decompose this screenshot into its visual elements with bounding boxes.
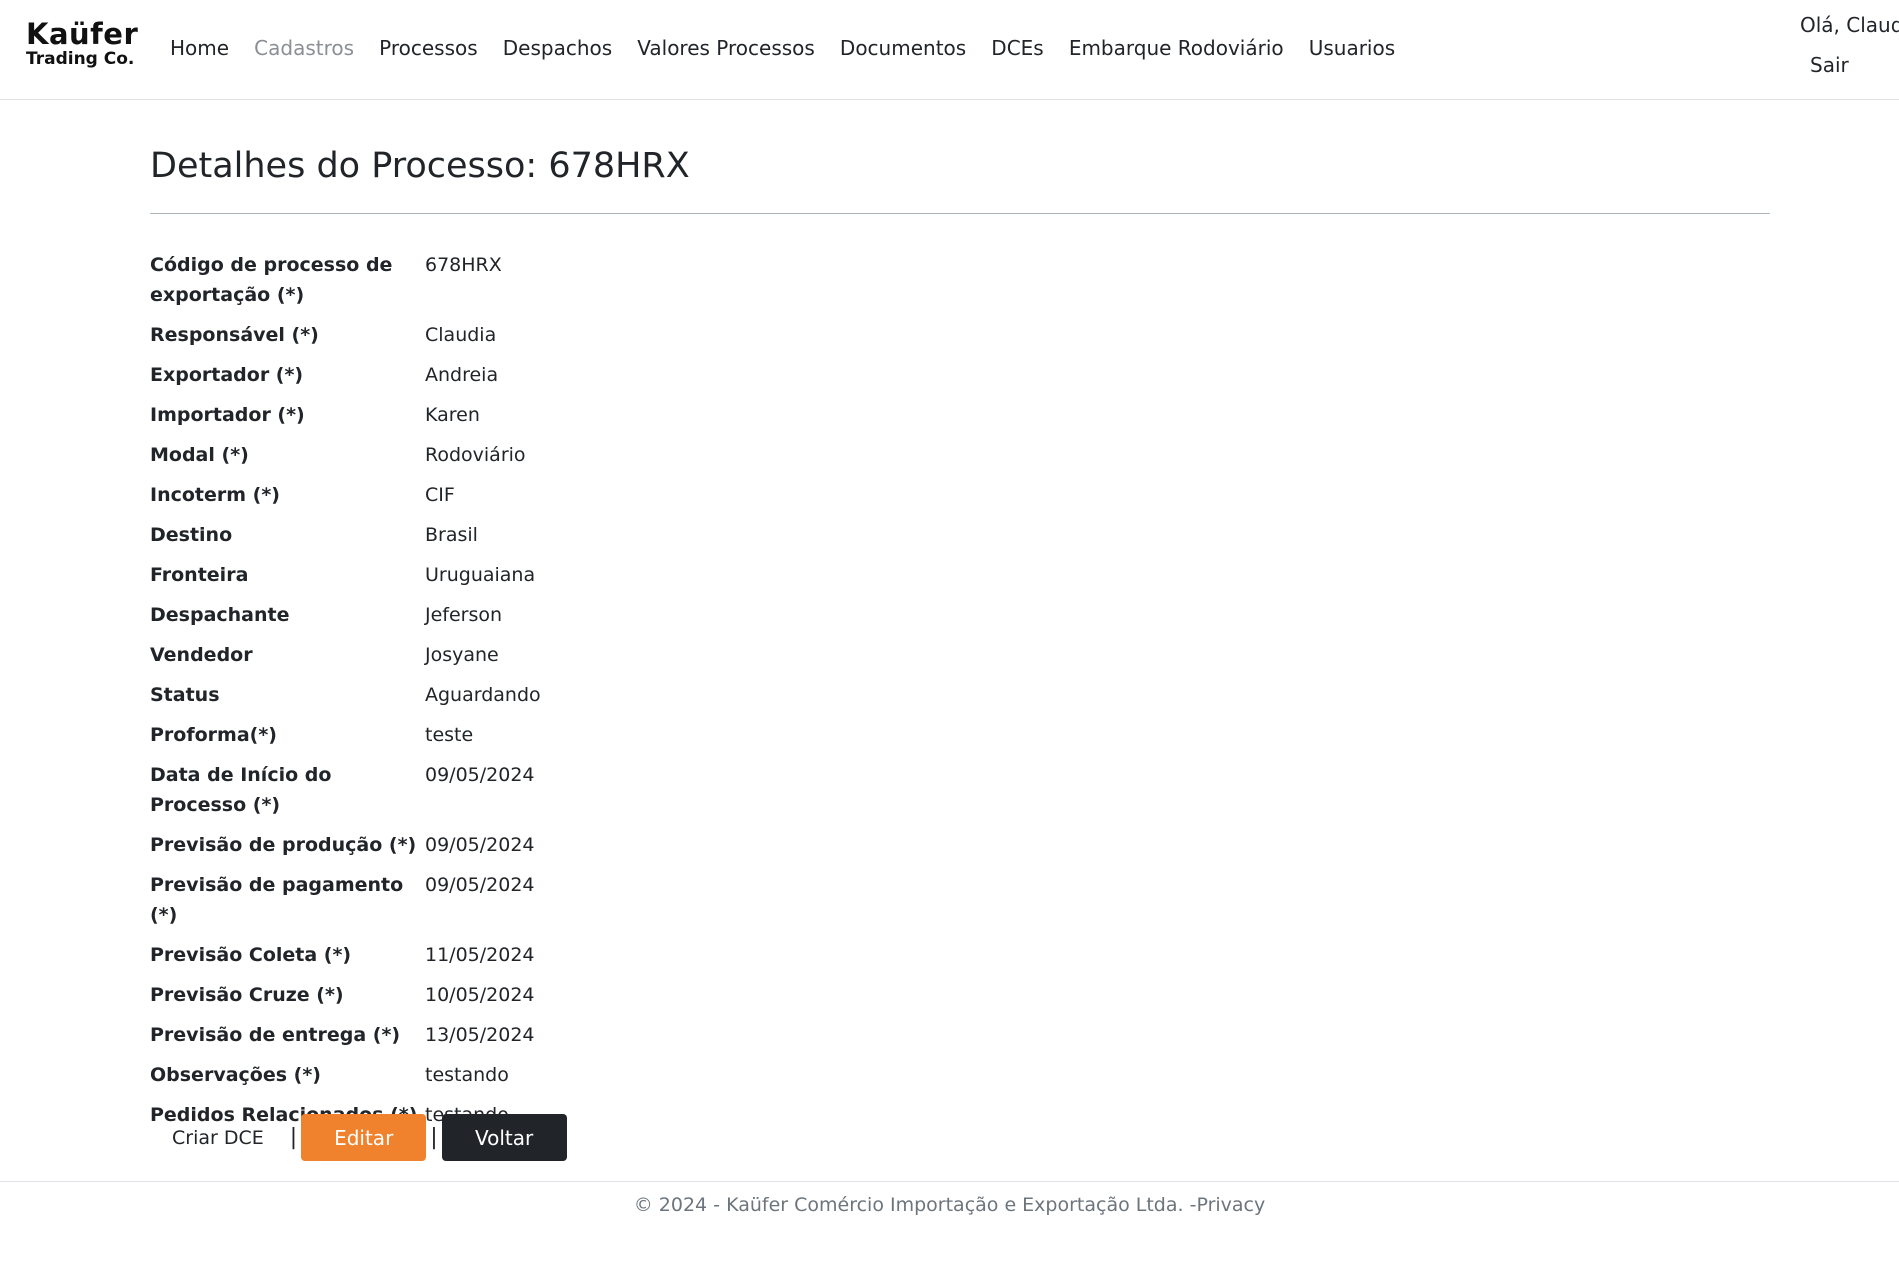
detail-label: Importador (*) [150, 404, 305, 426]
detail-row: Previsão Cruze (*) 10/05/2024 [150, 980, 950, 1010]
nav-home[interactable]: Home [170, 36, 229, 60]
detail-row: Responsável (*) Claudia [150, 320, 950, 350]
detail-label: Previsão de produção (*) [150, 834, 417, 856]
detail-value: 678HRX [425, 254, 502, 276]
detail-label: Modal (*) [150, 444, 249, 466]
detail-label: Previsão Cruze (*) [150, 984, 344, 1006]
process-details-list: Código de processo de exportação (*) 678H… [150, 250, 950, 1140]
brand-name: Kaüfer [26, 17, 139, 51]
nav-processos[interactable]: Processos [379, 36, 478, 60]
detail-row: Observações (*) testando [150, 1060, 950, 1090]
detail-label: Código de processo de exportação (*) [150, 254, 393, 306]
detail-value: teste [425, 724, 474, 746]
detail-value: Claudia [425, 324, 497, 346]
separator: | [430, 1125, 438, 1150]
detail-label: Previsão Coleta (*) [150, 944, 352, 966]
page-header: Detalhes do Processo: 678HRX [150, 145, 1770, 222]
detail-row: Previsão Coleta (*) 11/05/2024 [150, 940, 950, 970]
brand-subtitle: Trading Co. [26, 49, 135, 69]
nav-documentos[interactable]: Documentos [840, 36, 966, 60]
detail-value: Uruguaiana [425, 564, 536, 586]
detail-row: Destino Brasil [150, 520, 950, 550]
detail-row: Fronteira Uruguaiana [150, 560, 950, 590]
detail-value: CIF [425, 484, 455, 506]
detail-label: Vendedor [150, 644, 253, 666]
action-bar: Criar DCE | Editar | Voltar [150, 1114, 567, 1161]
separator: | [289, 1125, 298, 1150]
create-dce-link[interactable]: Criar DCE [150, 1127, 286, 1149]
footer-text-line: © 2024 - Kaüfer Comércio Importação e Ex… [0, 1194, 1899, 1216]
detail-label: Proforma(*) [150, 724, 277, 746]
detail-value: 11/05/2024 [425, 944, 535, 966]
detail-value: Josyane [425, 644, 499, 666]
detail-row: Despachante Jeferson [150, 600, 950, 630]
detail-value: 10/05/2024 [425, 984, 535, 1006]
detail-row: Incoterm (*) CIF [150, 480, 950, 510]
user-greeting[interactable]: Olá, Claudia [1800, 13, 1899, 37]
nav-usuarios[interactable]: Usuarios [1309, 36, 1395, 60]
edit-button[interactable]: Editar [301, 1114, 427, 1161]
detail-row: Vendedor Josyane [150, 640, 950, 670]
nav-embarque-rodoviario[interactable]: Embarque Rodoviário [1069, 36, 1284, 60]
detail-label: Incoterm (*) [150, 484, 280, 506]
detail-value: Brasil [425, 524, 478, 546]
detail-row: Proforma(*) teste [150, 720, 950, 750]
detail-label: Responsável (*) [150, 324, 319, 346]
title-divider [150, 213, 1770, 214]
detail-row: Status Aguardando [150, 680, 950, 710]
detail-label: Despachante [150, 604, 290, 626]
detail-label: Status [150, 684, 220, 706]
detail-value: 09/05/2024 [425, 834, 535, 856]
detail-label: Observações (*) [150, 1064, 321, 1086]
nav-cadastros[interactable]: Cadastros [254, 36, 354, 60]
nav-despachos[interactable]: Despachos [503, 36, 612, 60]
detail-row: Importador (*) Karen [150, 400, 950, 430]
detail-value: Andreia [425, 364, 499, 386]
detail-row: Modal (*) Rodoviário [150, 440, 950, 470]
brand-logo[interactable]: Kaüfer Trading Co. [26, 20, 138, 68]
footer-copyright: © 2024 - Kaüfer Comércio Importação e Ex… [633, 1194, 1197, 1216]
detail-row: Previsão de entrega (*) 13/05/2024 [150, 1020, 950, 1050]
top-navbar: Kaüfer Trading Co. Home Cadastros Proces… [0, 0, 1899, 100]
detail-row: Previsão de pagamento (*) 09/05/2024 [150, 870, 950, 930]
privacy-link[interactable]: Privacy [1196, 1194, 1265, 1216]
page-title: Detalhes do Processo: 678HRX [150, 146, 690, 186]
detail-label: Fronteira [150, 564, 249, 586]
main-nav: Home Cadastros Processos Despachos Valor… [170, 36, 1415, 60]
detail-value: testando [425, 1064, 509, 1086]
footer: © 2024 - Kaüfer Comércio Importação e Ex… [0, 1181, 1899, 1216]
back-button[interactable]: Voltar [441, 1114, 567, 1161]
detail-row: Código de processo de exportação (*) 678H… [150, 250, 950, 310]
detail-label: Previsão de entrega (*) [150, 1024, 401, 1046]
detail-value: Aguardando [425, 684, 541, 706]
detail-label: Previsão de pagamento (*) [150, 874, 404, 926]
detail-row: Previsão de produção (*) 09/05/2024 [150, 830, 950, 860]
logout-link[interactable]: Sair [1810, 53, 1849, 77]
nav-dces[interactable]: DCEs [991, 36, 1043, 60]
detail-value: 13/05/2024 [425, 1024, 535, 1046]
detail-label: Data de Início do Processo (*) [150, 764, 332, 816]
nav-valores-processos[interactable]: Valores Processos [637, 36, 815, 60]
detail-value: 09/05/2024 [425, 764, 535, 786]
detail-value: Rodoviário [425, 444, 526, 466]
detail-value: Jeferson [425, 604, 503, 626]
detail-value: 09/05/2024 [425, 874, 535, 896]
detail-label: Exportador (*) [150, 364, 304, 386]
detail-row: Exportador (*) Andreia [150, 360, 950, 390]
detail-value: Karen [425, 404, 480, 426]
detail-row: Data de Início do Processo (*) 09/05/2024 [150, 760, 950, 820]
detail-label: Destino [150, 524, 233, 546]
